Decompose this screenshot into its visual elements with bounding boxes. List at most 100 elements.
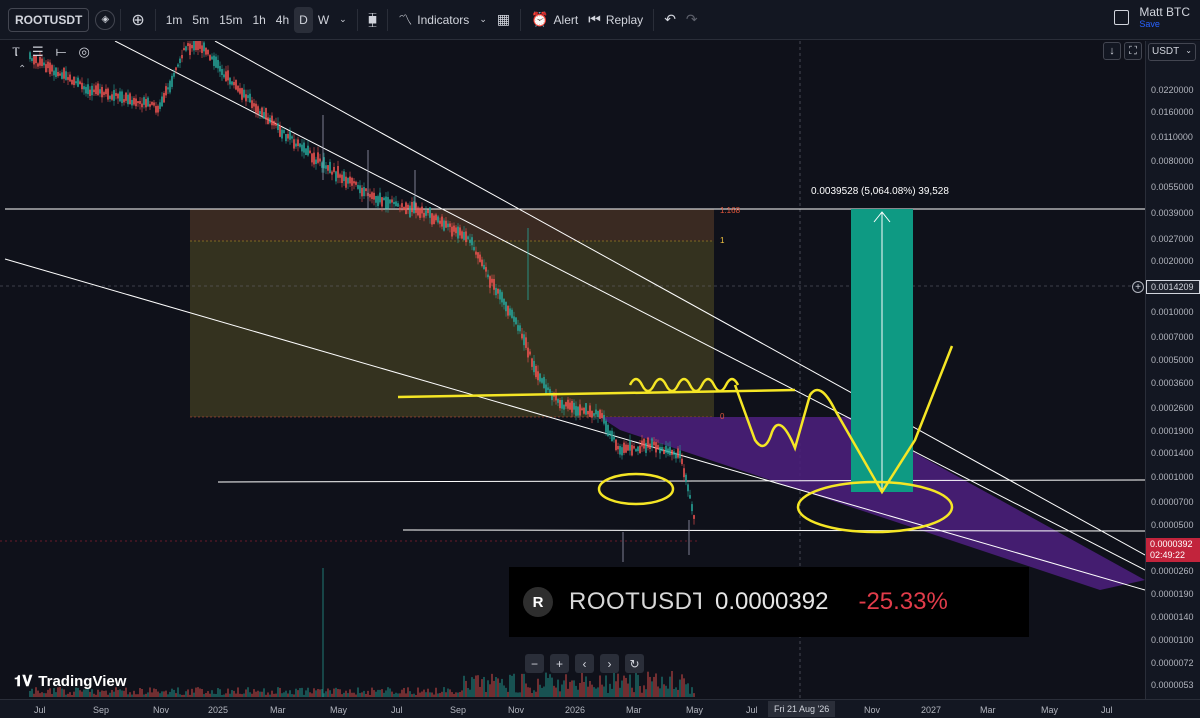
zoom-out-icon[interactable]: − xyxy=(525,654,544,673)
tradingview-logo[interactable]: 𝟏𝐕 TradingView xyxy=(14,673,126,690)
layout-checkbox-icon[interactable] xyxy=(1114,10,1130,25)
candle-body xyxy=(225,71,227,82)
volume-bar xyxy=(183,694,185,697)
zoom-in-icon[interactable]: + xyxy=(550,654,569,673)
alert-button[interactable]: ⏰ Alert xyxy=(526,7,583,33)
interval-1m[interactable]: 1m xyxy=(161,7,188,33)
volume-bar xyxy=(345,690,347,697)
candle-body xyxy=(329,161,331,173)
scroll-left-icon[interactable]: ‹ xyxy=(575,654,594,673)
volume-bar xyxy=(487,680,489,697)
candle-body xyxy=(693,515,695,519)
volume-bar xyxy=(159,693,161,697)
save-link[interactable]: Save xyxy=(1139,19,1190,29)
volume-bar xyxy=(595,688,597,697)
volume-bar xyxy=(391,691,393,697)
circle-tool-icon[interactable]: ◎ xyxy=(78,44,89,60)
interval-5m[interactable]: 5m xyxy=(187,7,214,33)
candle-body xyxy=(589,405,591,417)
volume-bar xyxy=(335,687,337,697)
volume-bar xyxy=(461,690,463,697)
volume-bar xyxy=(579,682,581,697)
symbol-compare-icon[interactable]: ◈ xyxy=(95,9,116,30)
candle-body xyxy=(423,212,425,218)
currency-label: USDT xyxy=(1152,46,1180,57)
volume-bar xyxy=(265,694,267,697)
add-alert-icon[interactable]: + xyxy=(1132,281,1144,293)
volume-bar xyxy=(187,689,189,697)
interval-1h[interactable]: 1h xyxy=(247,7,270,33)
volume-bar xyxy=(585,676,587,697)
chevron-down-icon[interactable]: ⌄ xyxy=(474,7,492,33)
redo-icon[interactable]: ↷ xyxy=(681,7,703,33)
candle-body xyxy=(581,408,583,411)
candle-body xyxy=(245,94,247,102)
candle-style-icon[interactable]: ⧯ xyxy=(363,7,383,33)
candle-body xyxy=(561,399,563,409)
support-line-1 xyxy=(217,479,1145,483)
interval-d[interactable]: D xyxy=(294,6,313,33)
time-label: Jul xyxy=(746,705,758,715)
replay-button[interactable]: ⏮ Replay xyxy=(583,7,648,33)
reset-chart-icon[interactable]: ↻ xyxy=(625,654,644,673)
indicators-button[interactable]: 〽 Indicators xyxy=(393,7,474,33)
chevron-down-icon[interactable]: ⌄ xyxy=(334,7,352,33)
ticker-price: 0.0000392 xyxy=(715,588,829,615)
candle-body xyxy=(309,150,311,154)
volume-bar xyxy=(151,692,153,697)
volume-bar xyxy=(235,693,237,697)
volume-bar xyxy=(565,674,567,697)
text-tool-icon[interactable]: Ⲧ xyxy=(12,44,20,60)
candle-body xyxy=(141,103,143,108)
volume-bar xyxy=(429,692,431,697)
candle-body xyxy=(169,80,171,93)
candle-body xyxy=(281,129,283,139)
candle-body xyxy=(401,203,403,208)
volume-bar xyxy=(503,685,505,697)
candle-body xyxy=(55,67,57,77)
interval-15m[interactable]: 15m xyxy=(214,7,247,33)
volume-bar xyxy=(647,671,649,697)
currency-select[interactable]: USDT ⌄ xyxy=(1148,43,1196,61)
user-menu[interactable]: Matt BTC Save xyxy=(1114,6,1190,29)
volume-bar xyxy=(127,694,129,697)
candle-body xyxy=(319,158,321,162)
candle-body xyxy=(323,157,325,169)
scroll-right-icon[interactable]: › xyxy=(600,654,619,673)
time-label: 2025 xyxy=(208,705,229,715)
undo-icon[interactable]: ↶ xyxy=(659,7,681,33)
arrow-down-icon[interactable]: ↓ xyxy=(1103,42,1121,60)
interval-w[interactable]: W xyxy=(313,7,334,33)
volume-bar xyxy=(593,687,595,697)
candle-body xyxy=(375,195,377,203)
countdown: 02:49:22 xyxy=(1150,550,1186,560)
candle-body xyxy=(123,99,125,103)
symbol-search[interactable]: ROOTUSDT xyxy=(8,7,90,32)
candle-body xyxy=(563,404,565,410)
chevron-up-icon[interactable]: ⌃ xyxy=(18,64,26,75)
line-tool-icon[interactable]: ⟝ xyxy=(56,44,67,60)
fullscreen-icon[interactable]: ⛶ xyxy=(1124,42,1142,60)
volume-bar xyxy=(419,692,421,697)
layouts-icon[interactable]: ▦ xyxy=(492,7,515,33)
candle-body xyxy=(669,446,671,456)
volume-bar xyxy=(225,693,227,697)
candle-body xyxy=(147,97,149,107)
interval-4h[interactable]: 4h xyxy=(271,7,294,33)
candle-body xyxy=(83,86,85,90)
volume-bar xyxy=(597,687,599,697)
fib-tool-icon[interactable]: ☰ xyxy=(32,44,44,60)
candle-body xyxy=(287,134,289,139)
volume-bar xyxy=(663,684,665,697)
candle-body xyxy=(237,85,239,92)
time-label: May xyxy=(330,705,348,715)
time-axis[interactable]: Jul Sep Nov 2025 Mar May Jul Sep Nov 202… xyxy=(0,699,1200,718)
candle-body xyxy=(313,152,315,165)
add-symbol-icon[interactable]: ⊕ xyxy=(126,7,149,33)
volume-bar xyxy=(89,691,91,697)
volume-bar xyxy=(459,692,461,697)
candle-body xyxy=(421,206,423,214)
volume-bar xyxy=(693,693,695,697)
candle-body xyxy=(45,64,47,73)
volume-bar xyxy=(291,694,293,697)
